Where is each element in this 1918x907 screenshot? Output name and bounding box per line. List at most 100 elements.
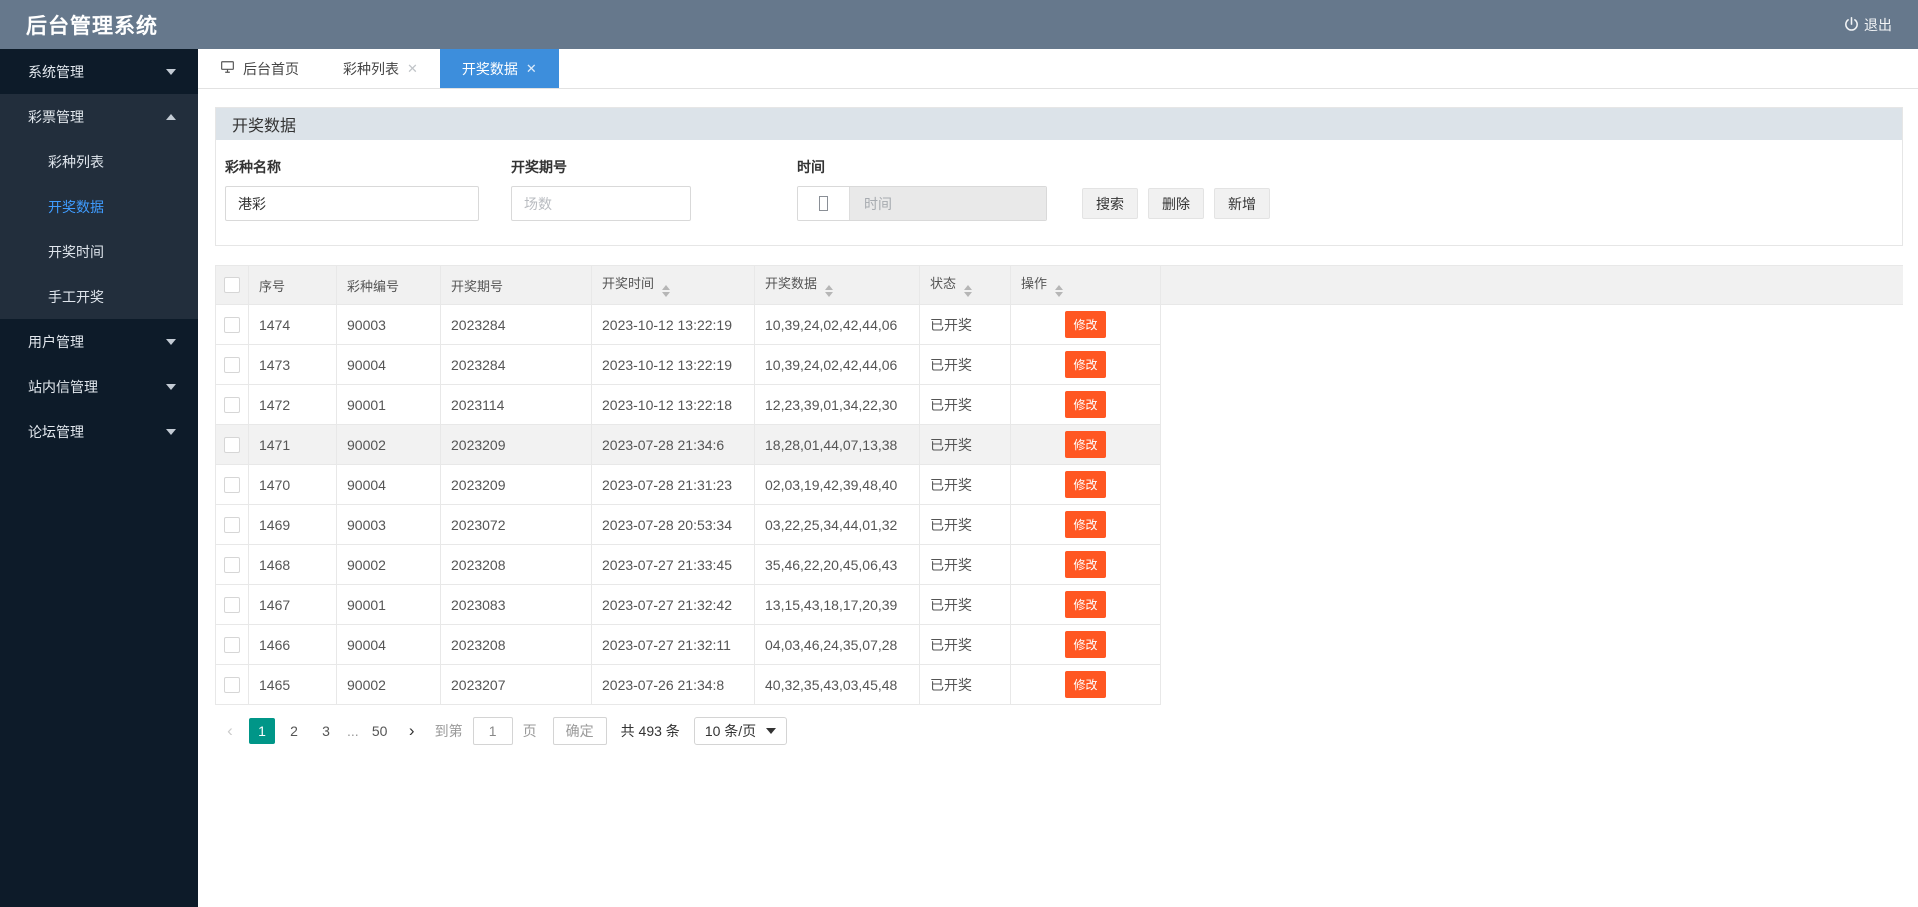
sort-icon[interactable] <box>825 285 834 297</box>
edit-button[interactable]: 修改 <box>1065 391 1106 418</box>
row-checkbox[interactable] <box>224 517 240 534</box>
time-picker[interactable]: 时间 <box>797 186 1047 221</box>
cell-action: 修改 <box>1010 504 1161 545</box>
goto-confirm-button[interactable]: 确定 <box>552 717 607 745</box>
cell-lottery_no: 90004 <box>336 624 441 665</box>
sidebar-subitem-开奖时间[interactable]: 开奖时间 <box>0 229 198 274</box>
page-size-select[interactable]: 10 条/页 <box>693 717 788 745</box>
chevron-up-icon <box>166 113 176 120</box>
sidebar-subitem-手工开奖[interactable]: 手工开奖 <box>0 274 198 319</box>
add-button[interactable]: 新增 <box>1214 188 1270 219</box>
row-checkbox[interactable] <box>224 557 240 574</box>
tab-后台首页[interactable]: 后台首页 <box>198 49 321 88</box>
cell-draw_data: 12,23,39,01,34,22,30 <box>754 384 920 425</box>
sidebar-item-用户管理[interactable]: 用户管理 <box>0 319 198 364</box>
chevron-down-icon <box>766 728 777 734</box>
edit-button[interactable]: 修改 <box>1065 591 1106 618</box>
row-filler-cell <box>1160 624 1903 665</box>
edit-button[interactable]: 修改 <box>1065 471 1106 498</box>
prev-page-icon[interactable]: ‹ <box>217 718 243 744</box>
row-checkbox[interactable] <box>224 597 240 614</box>
edit-button[interactable]: 修改 <box>1065 311 1106 338</box>
cell-draw_data: 35,46,22,20,45,06,43 <box>754 544 920 585</box>
close-icon[interactable]: ✕ <box>407 61 418 77</box>
issue-input[interactable] <box>511 186 691 221</box>
goto-page-input[interactable] <box>472 717 513 745</box>
sidebar-subitem-开奖数据[interactable]: 开奖数据 <box>0 184 198 229</box>
cell-draw_time: 2023-07-27 21:33:45 <box>591 544 755 585</box>
sidebar-item-站内信管理[interactable]: 站内信管理 <box>0 364 198 409</box>
cell-action: 修改 <box>1010 544 1161 585</box>
cell-status: 已开奖 <box>919 424 1011 465</box>
column-header-开奖时间[interactable]: 开奖时间 <box>591 265 755 305</box>
page-number-2[interactable]: 2 <box>281 718 307 744</box>
row-checkbox[interactable] <box>224 677 240 694</box>
page-number-3[interactable]: 3 <box>313 718 339 744</box>
sidebar-item-彩票管理[interactable]: 彩票管理 <box>0 94 198 139</box>
cell-status: 已开奖 <box>919 544 1011 585</box>
cell-status: 已开奖 <box>919 384 1011 425</box>
row-checkbox[interactable] <box>224 637 240 654</box>
lottery-name-input[interactable] <box>225 186 479 221</box>
cell-issue: 2023284 <box>440 304 592 345</box>
tab-开奖数据[interactable]: 开奖数据 ✕ <box>439 49 559 88</box>
row-filler-cell <box>1160 384 1903 425</box>
column-header-操作[interactable]: 操作 <box>1010 265 1161 305</box>
search-button[interactable]: 搜索 <box>1082 188 1138 219</box>
column-header-彩种编号: 彩种编号 <box>336 265 441 305</box>
sort-icon[interactable] <box>662 285 671 297</box>
delete-button[interactable]: 删除 <box>1148 188 1204 219</box>
cell-action: 修改 <box>1010 664 1161 705</box>
page-number-1[interactable]: 1 <box>249 718 275 744</box>
cell-status: 已开奖 <box>919 664 1011 705</box>
row-filler-cell <box>1160 504 1903 545</box>
edit-button[interactable]: 修改 <box>1065 671 1106 698</box>
cell-action: 修改 <box>1010 464 1161 505</box>
table-row: 1470 90004 2023209 2023-07-28 21:31:23 02,03… <box>215 464 1903 505</box>
edit-button[interactable]: 修改 <box>1065 551 1106 578</box>
row-checkbox[interactable] <box>224 477 240 494</box>
row-checkbox-cell <box>215 304 249 345</box>
tab-label: 后台首页 <box>243 60 299 77</box>
edit-button[interactable]: 修改 <box>1065 351 1106 378</box>
cell-action: 修改 <box>1010 344 1161 385</box>
logout-button[interactable]: 退出 <box>1843 15 1892 35</box>
edit-button[interactable]: 修改 <box>1065 431 1106 458</box>
cell-seq: 1468 <box>248 544 337 585</box>
select-all-checkbox[interactable] <box>224 277 240 294</box>
close-icon[interactable]: ✕ <box>526 61 537 77</box>
search-form: 彩种名称 开奖期号 时间 时间 搜索 删除 新增 <box>216 140 1902 245</box>
column-header-开奖数据[interactable]: 开奖数据 <box>754 265 920 305</box>
row-checkbox[interactable] <box>224 397 240 414</box>
cell-seq: 1474 <box>248 304 337 345</box>
sort-icon[interactable] <box>964 285 973 297</box>
next-page-icon[interactable]: › <box>399 718 425 744</box>
table-row: 1468 90002 2023208 2023-07-27 21:33:45 35,46… <box>215 544 1903 585</box>
cell-draw_data: 18,28,01,44,07,13,38 <box>754 424 920 465</box>
page-number-50[interactable]: 50 <box>367 718 393 744</box>
cell-status: 已开奖 <box>919 344 1011 385</box>
row-checkbox[interactable] <box>224 437 240 454</box>
sidebar-item-论坛管理[interactable]: 论坛管理 <box>0 409 198 454</box>
page-size-value: 10 条/页 <box>704 723 757 739</box>
sidebar-item-系统管理[interactable]: 系统管理 <box>0 49 198 94</box>
row-checkbox[interactable] <box>224 317 240 334</box>
edit-button[interactable]: 修改 <box>1065 511 1106 538</box>
edit-button[interactable]: 修改 <box>1065 631 1106 658</box>
cell-draw_time: 2023-07-27 21:32:42 <box>591 584 755 625</box>
table-row: 1473 90004 2023284 2023-10-12 13:22:19 10,39… <box>215 344 1903 385</box>
cell-draw_data: 04,03,46,24,35,07,28 <box>754 624 920 665</box>
cell-action: 修改 <box>1010 584 1161 625</box>
cell-draw_data: 10,39,24,02,42,44,06 <box>754 344 920 385</box>
sort-icon[interactable] <box>1055 285 1064 297</box>
field-lottery-name: 彩种名称 <box>225 157 479 221</box>
cell-seq: 1466 <box>248 624 337 665</box>
column-header-状态[interactable]: 状态 <box>919 265 1011 305</box>
column-header-开奖期号: 开奖期号 <box>440 265 592 305</box>
tab-label: 彩种列表 <box>343 60 399 77</box>
top-header: 后台管理系统 退出 <box>0 0 1918 49</box>
row-checkbox[interactable] <box>224 357 240 374</box>
sidebar-subitem-彩种列表[interactable]: 彩种列表 <box>0 139 198 184</box>
cell-seq: 1473 <box>248 344 337 385</box>
tab-彩种列表[interactable]: 彩种列表 ✕ <box>321 49 440 88</box>
